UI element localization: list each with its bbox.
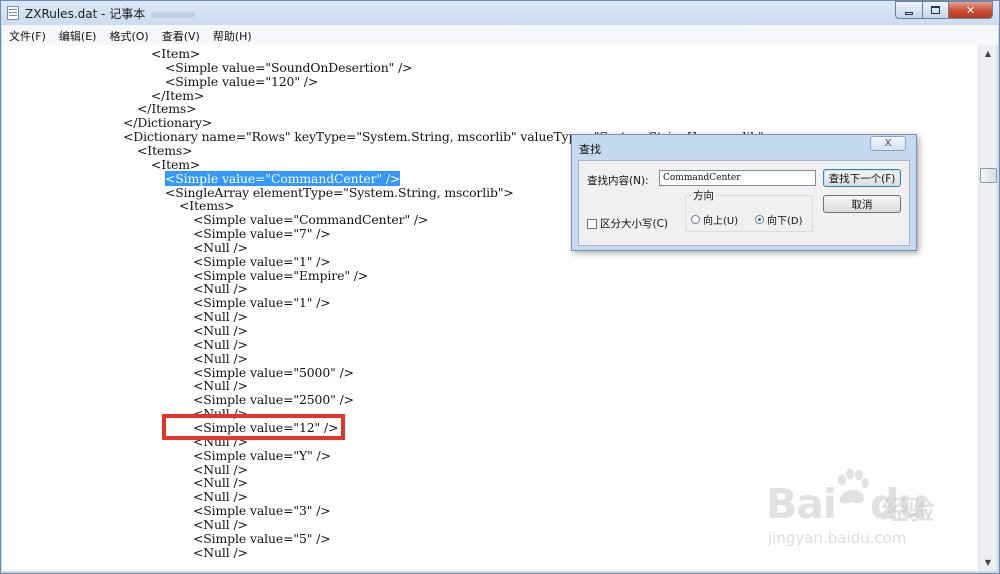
cancel-button[interactable]: 取消 (823, 195, 901, 213)
code-line: <Item> (151, 156, 201, 172)
direction-up-label: 向上(U) (703, 216, 739, 227)
radio-off-icon (691, 215, 700, 224)
minimize-button[interactable] (895, 1, 922, 19)
scroll-down-icon[interactable]: ▼ (979, 554, 997, 571)
checkbox-icon (587, 218, 597, 229)
baidu-watermark: Bai du 经验 jingyan.baidu.com (764, 464, 944, 554)
scroll-up-icon[interactable]: ▲ (979, 45, 997, 62)
close-button[interactable]: ✕ (948, 1, 993, 19)
menu-help[interactable]: 帮助(H) (206, 25, 258, 45)
watermark-url: jingyan.baidu.com (768, 529, 907, 547)
match-case-label: 区分大小写(C) (600, 218, 669, 230)
maximize-icon (931, 6, 940, 14)
find-dialog-body: 查找内容(N): CommandCenter 查找下一个(F) 取消 方向 向上… (578, 160, 910, 246)
red-highlight-annotation (162, 414, 345, 440)
maximize-button[interactable] (922, 1, 948, 19)
minimize-icon (905, 11, 913, 15)
redacted-text (151, 11, 196, 18)
direction-down-radio[interactable]: 向下(D) (755, 212, 803, 227)
direction-down-label: 向下(D) (767, 216, 803, 227)
direction-up-radio[interactable]: 向上(U) (691, 212, 738, 227)
menu-view[interactable]: 查看(V) (155, 25, 206, 45)
title-bar[interactable]: ZXRules.dat - 记事本 ✕ (1, 1, 999, 25)
window-title: ZXRules.dat - 记事本 (25, 5, 196, 22)
find-next-button[interactable]: 查找下一个(F) (823, 169, 901, 187)
notepad-icon (7, 6, 19, 20)
vertical-scrollbar[interactable]: ▲ ▼ (978, 45, 997, 571)
menu-bar: 文件(F) 编辑(E) 格式(O) 查看(V) 帮助(H) (2, 25, 998, 46)
direction-label: 方向 (691, 188, 716, 203)
match-case-checkbox[interactable]: 区分大小写(C) (587, 216, 668, 231)
scroll-thumb[interactable] (980, 168, 997, 183)
find-dialog: 查找 X 查找内容(N): CommandCenter 查找下一个(F) 取消 … (571, 134, 917, 251)
find-what-label: 查找内容(N): (587, 175, 649, 187)
find-what-input[interactable]: CommandCenter (659, 170, 816, 186)
menu-file[interactable]: 文件(F) (2, 25, 52, 45)
menu-edit[interactable]: 编辑(E) (52, 25, 103, 45)
code-line: <Null /> (193, 544, 248, 560)
watermark-cn: 经验 (882, 496, 935, 526)
find-dialog-title: 查找 (579, 143, 601, 156)
menu-format[interactable]: 格式(O) (102, 25, 154, 45)
dialog-close-button[interactable]: X (870, 136, 906, 151)
window-controls: ✕ (895, 1, 993, 20)
radio-on-icon (755, 215, 764, 224)
close-icon: ✕ (965, 3, 976, 17)
close-icon: X (884, 138, 892, 149)
